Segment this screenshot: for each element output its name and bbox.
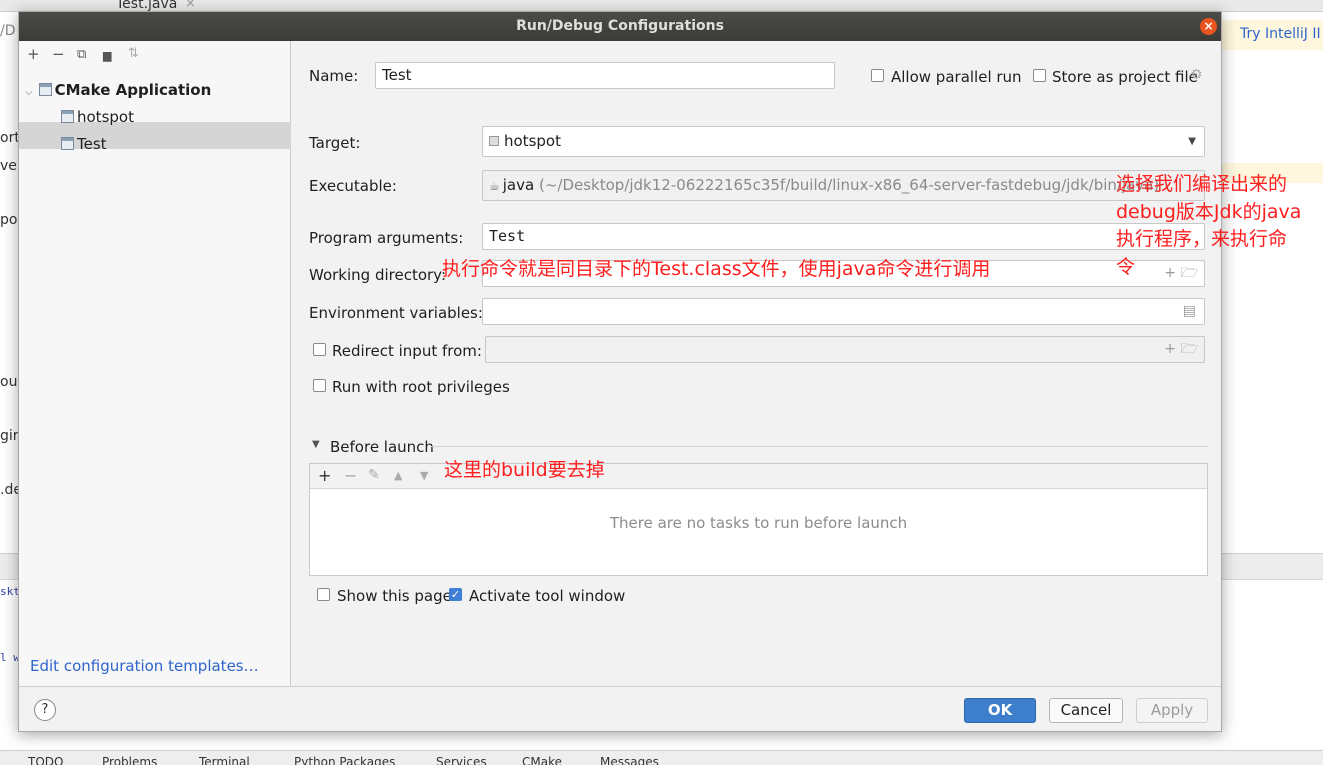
executable-label: Executable: (309, 177, 397, 195)
chevron-down-icon[interactable]: ⌵ (25, 87, 33, 98)
store-project-checkbox[interactable] (1033, 69, 1046, 82)
target-label: Target: (309, 134, 361, 152)
config-icon (61, 110, 74, 123)
ide-side-fragment: ort (0, 130, 20, 146)
add-config-icon[interactable]: + (27, 45, 40, 63)
allow-parallel-label: Allow parallel run (891, 68, 1022, 86)
cmake-config-icon (38, 83, 52, 96)
edit-templates-link[interactable]: Edit configuration templates… (30, 657, 259, 675)
dialog-title: Run/Debug Configurations (516, 18, 724, 34)
close-icon[interactable]: × (1200, 18, 1217, 35)
annotation-line: 令 (1116, 255, 1136, 278)
tab-problems[interactable]: Problems (102, 755, 157, 765)
cancel-button[interactable]: Cancel (1049, 698, 1123, 723)
annotation-executable: 选择我们编译出来的 debug版本Jdk的java 执行程序，来执行命 令 (1116, 171, 1301, 281)
target-value: hotspot (504, 132, 561, 150)
sort-configs-icon[interactable]: ⇅ (128, 46, 139, 61)
root-priv-label: Run with root privileges (332, 378, 510, 396)
list-icon[interactable]: ▤ (1183, 299, 1196, 324)
ide-side-fragment: po (0, 212, 18, 228)
working-dir-label: Working directory: (309, 266, 447, 284)
edit-task-icon[interactable]: ✎ (368, 467, 380, 483)
remove-config-icon[interactable]: − (52, 45, 65, 63)
annotation-line: 执行程序，来执行命 (1116, 228, 1288, 250)
move-up-icon[interactable]: ▲ (394, 469, 402, 482)
run-debug-dialog: Run/Debug Configurations × + − ⧉ ▆ ⇅ ⌵ CM… (18, 11, 1222, 732)
tree-selection-highlight (19, 122, 291, 149)
executable-path: (~/Desktop/jdk12-06222165c35f/build/linu… (538, 176, 1160, 194)
activate-tool-label: Activate tool window (469, 587, 626, 605)
tree-item-label: Test (77, 135, 107, 153)
configurations-tree-pane: + − ⧉ ▆ ⇅ ⌵ CMake Application hotspot Tes… (19, 41, 291, 686)
before-launch-header[interactable]: Before launch (330, 438, 434, 456)
redirect-label: Redirect input from: (332, 342, 482, 360)
remove-task-icon[interactable]: − (344, 466, 357, 485)
try-intellij-link[interactable]: Try IntelliJ II (1240, 26, 1321, 42)
name-input[interactable]: Test (375, 62, 835, 89)
program-args-input[interactable]: Test (482, 223, 1205, 250)
program-args-label: Program arguments: (309, 229, 464, 247)
tab-terminal[interactable]: Terminal (199, 755, 250, 765)
tab-cmake[interactable]: CMake (522, 755, 562, 765)
dialog-titlebar: Run/Debug Configurations × (19, 12, 1221, 41)
tree-group-cmake[interactable]: ⌵ CMake Application (25, 81, 211, 99)
copy-config-icon[interactable]: ⧉ (77, 47, 86, 62)
executable-name: java (502, 176, 535, 194)
allow-parallel-checkbox[interactable] (871, 69, 884, 82)
footer-divider (19, 686, 1221, 687)
executable-select[interactable]: ☕ java (~/Desktop/jdk12-06222165c35f/buil… (482, 170, 1205, 201)
tree-item-test[interactable]: Test (61, 135, 107, 153)
chevron-down-icon[interactable]: ▼ (312, 439, 320, 450)
ok-button[interactable]: OK (964, 698, 1036, 723)
store-project-label: Store as project file (1052, 68, 1198, 86)
apply-button[interactable]: Apply (1136, 698, 1208, 723)
redirect-input-field[interactable]: + 🗁 (485, 336, 1205, 363)
add-macro-icon[interactable]: + (1164, 337, 1176, 362)
tab-todo[interactable]: TODO (28, 755, 63, 765)
before-launch-divider (431, 446, 1208, 447)
annotation-line: 选择我们编译出来的 (1116, 173, 1288, 195)
annotation-args: 执行命令就是同目录下的Test.class文件，使用java命令进行调用 (442, 258, 991, 280)
tree-group-label: CMake Application (54, 81, 212, 99)
target-icon (489, 136, 499, 146)
tab-messages[interactable]: Messages (600, 755, 659, 765)
show-page-label: Show this page (337, 587, 452, 605)
annotation-line: debug版本Jdk的java (1116, 200, 1302, 223)
ide-path-fragment: /D (0, 23, 16, 39)
ide-tab-close-icon[interactable]: × (185, 0, 196, 11)
ide-side-fragment: gir (0, 428, 19, 444)
ide-bottom-tabs: TODO Problems Terminal Python Packages S… (0, 750, 1323, 765)
add-task-icon[interactable]: + (318, 466, 331, 485)
name-label: Name: (309, 67, 359, 85)
ide-side-fragment: l w (0, 651, 20, 664)
folder-icon[interactable]: 🗁 (1181, 337, 1198, 362)
ide-side-fragment: skt (0, 585, 20, 598)
env-vars-input[interactable]: ▤ (482, 298, 1205, 325)
show-page-checkbox[interactable] (317, 588, 330, 601)
help-icon[interactable]: ? (34, 699, 56, 721)
tree-item-label: hotspot (77, 108, 134, 126)
tree-item-hotspot[interactable]: hotspot (61, 108, 134, 126)
chevron-down-icon[interactable]: ▼ (1188, 127, 1196, 156)
config-icon (61, 137, 74, 150)
new-folder-icon[interactable]: ▆ (103, 49, 111, 62)
tab-services[interactable]: Services (436, 755, 487, 765)
gear-icon[interactable]: ⚙ (1190, 67, 1203, 83)
empty-tasks-text: There are no tasks to run before launch (609, 514, 908, 532)
tab-python-packages[interactable]: Python Packages (294, 755, 395, 765)
env-vars-label: Environment variables: (309, 304, 483, 322)
target-select[interactable]: hotspot ▼ (482, 126, 1205, 157)
java-icon: ☕ (489, 179, 500, 193)
root-priv-checkbox[interactable] (313, 379, 326, 392)
annotation-build: 这里的build要去掉 (444, 459, 605, 481)
move-down-icon[interactable]: ▼ (420, 469, 428, 482)
activate-tool-checkbox[interactable]: ✓ (449, 588, 462, 601)
redirect-input-checkbox[interactable] (313, 343, 326, 356)
